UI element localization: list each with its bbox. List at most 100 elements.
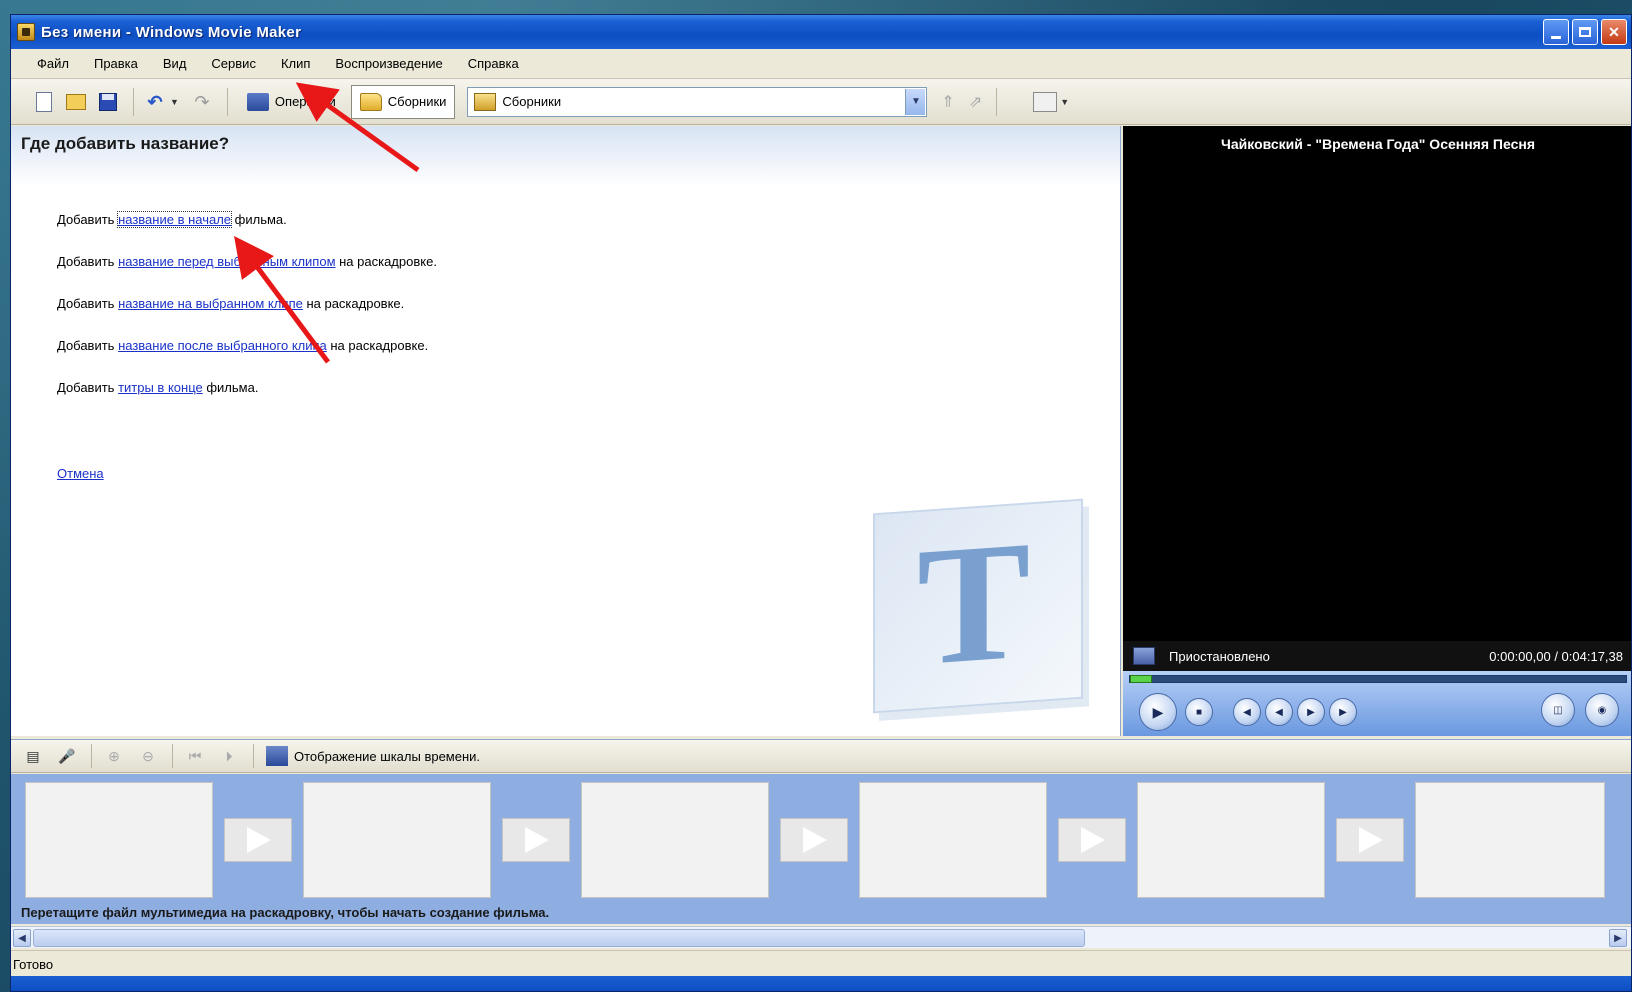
- toolbar-separator: [91, 744, 92, 768]
- operations-label: Операции: [274, 94, 336, 109]
- transition-slot[interactable]: [224, 818, 292, 862]
- views-dropdown-arrow-icon[interactable]: ▼: [1060, 97, 1069, 107]
- fast-forward-button[interactable]: ▶: [1297, 698, 1325, 726]
- narrate-microphone-icon[interactable]: 🎤: [57, 746, 77, 766]
- floppy-disk-icon: [99, 92, 117, 111]
- title-after-clip-link[interactable]: название после выбранного клипа: [118, 338, 327, 353]
- split-icon: ◫: [1553, 704, 1563, 716]
- undo-icon: ↶: [147, 91, 163, 112]
- seek-thumb[interactable]: [1130, 675, 1152, 683]
- menu-clip[interactable]: Клип: [281, 56, 310, 71]
- collection-dropdown[interactable]: Сборники ▼: [467, 86, 928, 117]
- playback-status: Приостановлено: [1169, 648, 1270, 664]
- minimize-button[interactable]: [1543, 19, 1569, 45]
- stop-icon: ■: [1195, 706, 1203, 718]
- play-button[interactable]: ▶: [1139, 693, 1177, 731]
- menu-help[interactable]: Справка: [468, 56, 519, 71]
- save-project-button[interactable]: [97, 91, 119, 113]
- title-option: Добавить название перед выбранным клипом…: [57, 254, 437, 269]
- storyboard-frame[interactable]: [1415, 782, 1605, 898]
- storyboard-frame[interactable]: [859, 782, 1047, 898]
- title-option: Добавить название после выбранного клипа…: [57, 338, 429, 353]
- storyboard-frame[interactable]: [1137, 782, 1325, 898]
- menu-file[interactable]: Файл: [37, 56, 69, 71]
- next-frame-button[interactable]: ▶: [1329, 698, 1357, 726]
- menu-view[interactable]: Вид: [163, 56, 187, 71]
- seek-bar[interactable]: [1129, 675, 1627, 683]
- play-storyboard-icon[interactable]: ⏵: [219, 746, 239, 766]
- transition-slot[interactable]: [1336, 818, 1404, 862]
- skip-back-icon: ◀: [1243, 706, 1251, 718]
- storyboard-frame[interactable]: [303, 782, 491, 898]
- minimize-icon: [1551, 35, 1561, 39]
- up-level-icon[interactable]: ⇑: [941, 92, 954, 112]
- transition-slot[interactable]: [1058, 818, 1126, 862]
- preview-clip-title: Чайковский - "Времена Года" Осенняя Песн…: [1221, 136, 1535, 152]
- rewind-storyboard-icon[interactable]: ⏮: [185, 746, 205, 766]
- open-folder-icon: [66, 93, 86, 110]
- stop-button[interactable]: ■: [1185, 698, 1213, 726]
- menu-play[interactable]: Воспроизведение: [335, 56, 442, 71]
- storyboard-icon[interactable]: ▤: [23, 746, 43, 766]
- storyboard: Перетащите файл мультимедиа на раскадров…: [11, 774, 1631, 924]
- maximize-icon: [1579, 27, 1591, 37]
- preview-status-bar: Приостановлено 0:00:00,00 / 0:04:17,38: [1123, 641, 1631, 671]
- movie-maker-app-icon[interactable]: [17, 23, 35, 41]
- storyboard-horizontal-scrollbar[interactable]: ◀ ▶: [11, 926, 1631, 948]
- show-timeline-button[interactable]: Отображение шкалы времени.: [294, 749, 480, 764]
- chevron-left-icon: ◀: [18, 932, 26, 944]
- redo-button[interactable]: ↷: [191, 91, 213, 113]
- title-options-list: Добавить название в начале фильма. Добав…: [57, 211, 437, 422]
- camera-icon: ◉: [1597, 704, 1607, 716]
- split-clip-button[interactable]: ◫: [1541, 693, 1575, 727]
- timeline-icon[interactable]: [266, 746, 288, 766]
- new-project-button[interactable]: [33, 91, 55, 113]
- new-document-icon: [36, 91, 52, 112]
- scroll-right-button[interactable]: ▶: [1609, 929, 1627, 947]
- undo-dropdown-arrow-icon[interactable]: ▼: [170, 97, 179, 107]
- views-icon[interactable]: [1033, 91, 1058, 112]
- task-pane-title: Где добавить название?: [21, 134, 230, 153]
- zoom-in-icon[interactable]: ⊕: [104, 746, 124, 766]
- playback-time: 0:00:00,00 / 0:04:17,38: [1489, 648, 1623, 664]
- redo-icon: ↷: [194, 91, 210, 112]
- title-watermark-icon: T: [873, 498, 1083, 714]
- playback-controls-area: ▶ ■ ◀ ◀ ▶ ▶ ◫ ◉: [1123, 671, 1631, 736]
- operations-button[interactable]: Операции: [238, 85, 345, 119]
- play-icon: ▶: [1152, 703, 1164, 720]
- title-at-start-link[interactable]: название в начале: [117, 211, 233, 228]
- close-icon: ✕: [1608, 23, 1620, 40]
- rewind-button[interactable]: ◀: [1265, 698, 1293, 726]
- collections-label: Сборники: [387, 94, 447, 109]
- toolbar-separator: [996, 87, 998, 116]
- window-title: Без имени - Windows Movie Maker: [41, 23, 302, 41]
- scroll-thumb[interactable]: [33, 929, 1085, 947]
- transition-slot[interactable]: [502, 818, 570, 862]
- close-button[interactable]: ✕: [1601, 19, 1627, 45]
- maximize-button[interactable]: [1572, 19, 1598, 45]
- title-before-clip-link[interactable]: название перед выбранным клипом: [118, 254, 335, 269]
- storyboard-frame[interactable]: [25, 782, 213, 898]
- chevron-right-icon: ▶: [1614, 932, 1622, 944]
- transition-slot[interactable]: [780, 818, 848, 862]
- collection-icon: [474, 92, 497, 111]
- title-bar[interactable]: Без имени - Windows Movie Maker ✕: [11, 15, 1631, 49]
- chevron-down-icon[interactable]: ▼: [905, 88, 926, 115]
- title-on-clip-link[interactable]: название на выбранном клипе: [118, 296, 303, 311]
- zoom-out-icon[interactable]: ⊖: [138, 746, 158, 766]
- collection-dropdown-value: Сборники: [502, 94, 562, 109]
- cancel-link[interactable]: Отмена: [57, 466, 104, 481]
- scroll-left-button[interactable]: ◀: [13, 929, 31, 947]
- previous-frame-button[interactable]: ◀: [1233, 698, 1261, 726]
- open-project-button[interactable]: [65, 91, 87, 113]
- storyboard-frame[interactable]: [581, 782, 769, 898]
- snapshot-button[interactable]: ◉: [1585, 693, 1619, 727]
- collections-button[interactable]: Сборники: [350, 84, 456, 119]
- menu-tools[interactable]: Сервис: [211, 56, 256, 71]
- main-toolbar: ↶ ▼ ↷ Операции Сборники Сборники ▼ ⇑ ⇗ ▼: [11, 79, 1631, 125]
- credits-at-end-link[interactable]: титры в конце: [118, 380, 203, 395]
- status-bar: Готово: [11, 950, 1631, 978]
- menu-edit[interactable]: Правка: [94, 56, 138, 71]
- undo-button[interactable]: ↶: [144, 91, 166, 113]
- new-collection-icon[interactable]: ⇗: [969, 92, 982, 112]
